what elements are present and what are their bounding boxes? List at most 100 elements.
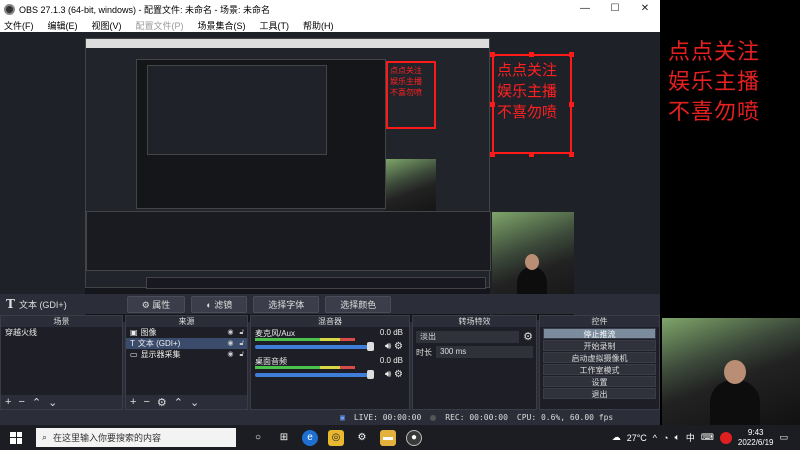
resize-handle[interactable] — [490, 102, 495, 107]
gear-icon[interactable]: ⚙ — [394, 341, 403, 352]
duration-input[interactable]: 300 ms — [436, 346, 533, 358]
gear-icon[interactable]: ⚙ — [523, 330, 533, 343]
resize-handle[interactable] — [569, 152, 574, 157]
resize-handle[interactable] — [569, 102, 574, 107]
source-name: T 文本 (GDI+) — [6, 297, 67, 311]
resize-handle[interactable] — [529, 52, 534, 57]
menu-file[interactable]: 文件(F) — [4, 19, 34, 32]
obs-taskbar-icon[interactable]: ● — [406, 429, 422, 446]
stop-streaming-button[interactable]: 停止推流 — [543, 328, 656, 339]
nested-obs-line2: 娱乐主播 — [390, 77, 422, 86]
speaker-icon[interactable]: 🔊︎ — [385, 341, 391, 352]
chevron-up-icon[interactable]: ^ — [653, 433, 657, 443]
keyboard-icon[interactable]: ⌨ — [701, 432, 714, 443]
properties-label: 属性 — [152, 299, 171, 310]
exit-button[interactable]: 退出 — [543, 388, 656, 399]
ime-indicator[interactable]: 中 — [686, 431, 695, 444]
add-source-button[interactable]: + — [130, 396, 136, 408]
select-font-button[interactable]: 选择字体 — [253, 295, 320, 313]
menu-edit[interactable]: 编辑(E) — [48, 19, 78, 32]
studio-mode-button[interactable]: 工作室模式 — [543, 364, 656, 375]
add-scene-button[interactable]: + — [5, 396, 11, 408]
speaker-icon[interactable]: 🔊︎ — [385, 369, 391, 380]
weather-temp: 27°C — [626, 432, 647, 443]
transitions-title: 转场特效 — [413, 316, 536, 327]
preview-area[interactable]: 点点关注 娱乐主播 不喜勿喷 点点关注 娱乐主播 不喜勿喷 点点关注 — [0, 32, 660, 322]
lock-icon[interactable]: 🔓︎ — [239, 349, 244, 360]
properties-button[interactable]: ⚙ 属性 — [126, 295, 186, 313]
source-label: 文本 (GDI+) — [137, 339, 181, 348]
mixer-dock: 混音器 麦克风/Aux 0.0 dB 🔊︎ ⚙ 桌面音频 0.0 dB 🔊︎ ⚙ — [250, 315, 410, 410]
resize-handle[interactable] — [569, 52, 574, 57]
settings-gear-icon[interactable]: ⚙ — [354, 430, 370, 446]
edge-browser-icon[interactable]: e — [302, 429, 318, 446]
network-icon[interactable]: ◔ — [663, 433, 668, 443]
channel-db: 0.0 dB — [379, 328, 403, 337]
clock-time: 9:43 — [747, 427, 764, 437]
preview-text-source[interactable]: 点点关注 娱乐主播 不喜勿喷 — [492, 54, 572, 154]
lock-icon[interactable]: 🔓︎ — [239, 338, 244, 349]
resize-handle[interactable] — [490, 152, 495, 157]
menu-view[interactable]: 视图(V) — [92, 19, 122, 32]
minimize-button[interactable]: — — [570, 0, 600, 18]
sources-footer: + − ⚙ ⌃ ⌄ — [126, 395, 247, 409]
move-down-button[interactable]: ⌄ — [48, 396, 57, 409]
volume-icon[interactable]: 🔈︎ — [674, 432, 679, 443]
controls-title: 控件 — [540, 316, 659, 327]
remove-source-button[interactable]: − — [143, 396, 149, 408]
nested-obs-line1: 点点关注 — [390, 66, 422, 75]
person-face — [724, 360, 746, 384]
clock[interactable]: 9:43 2022/6/19 — [738, 428, 774, 448]
lock-icon[interactable]: 🔓︎ — [239, 327, 244, 338]
eye-icon[interactable]: ◉ — [227, 338, 233, 349]
remove-scene-button[interactable]: − — [18, 396, 24, 408]
gear-icon[interactable]: ⚙ — [394, 369, 403, 380]
eye-icon[interactable]: ◉ — [227, 327, 233, 338]
close-button[interactable]: ✕ — [630, 0, 660, 18]
volume-slider[interactable] — [255, 373, 370, 377]
source-item[interactable]: T 文本 (GDI+) ◉ 🔓︎ — [126, 338, 247, 349]
move-down-button[interactable]: ⌄ — [190, 396, 199, 409]
channel-name: 麦克风/Aux — [255, 329, 296, 338]
menu-tools[interactable]: 工具(T) — [260, 19, 290, 32]
select-color-button[interactable]: 选择颜色 — [325, 295, 392, 313]
menu-scene-collection[interactable]: 场景集合(S) — [198, 19, 246, 32]
rec-indicator-icon — [430, 414, 437, 421]
source-item[interactable]: ▭ 显示器采集 ◉ 🔓︎ — [126, 349, 247, 360]
file-explorer-icon[interactable]: ▬ — [380, 429, 396, 446]
taskbar-search[interactable]: ⌕ 在这里输入你要搜索的内容 — [36, 428, 236, 447]
filters-button[interactable]: ◐ 滤镜 — [191, 295, 248, 313]
volume-slider[interactable] — [255, 345, 370, 349]
source-name-label: 文本 (GDI+) — [18, 299, 67, 310]
volume-slider-handle[interactable] — [367, 342, 374, 351]
start-virtual-camera-button[interactable]: 启动虚拟摄像机 — [543, 352, 656, 363]
transition-select[interactable]: 淡出 — [416, 330, 520, 343]
move-up-button[interactable]: ⌃ — [32, 396, 41, 409]
source-settings-button[interactable]: ⚙ — [157, 396, 167, 409]
eye-icon[interactable]: ◉ — [227, 349, 233, 360]
status-bar: ▣ LIVE: 00:00:00 REC: 00:00:00 CPU: 0.6%… — [0, 410, 660, 425]
volume-meter — [255, 366, 355, 369]
search-placeholder: 在这里输入你要搜索的内容 — [53, 433, 162, 443]
antivirus-icon[interactable] — [719, 431, 732, 444]
volume-slider-handle[interactable] — [367, 370, 374, 379]
resize-handle[interactable] — [529, 152, 534, 157]
source-item[interactable]: ▣ 图像 ◉ 🔓︎ — [126, 327, 247, 338]
source-label: 图像 — [140, 328, 157, 337]
move-up-button[interactable]: ⌃ — [174, 396, 183, 409]
menu-help[interactable]: 帮助(H) — [303, 19, 334, 32]
cpu-status: CPU: 0.6%, 60.00 fps — [516, 413, 614, 422]
maximize-button[interactable]: ☐ — [600, 0, 630, 18]
start-recording-button[interactable]: 开始录制 — [543, 340, 656, 351]
notification-icon[interactable]: ▭ — [779, 432, 788, 443]
resize-handle[interactable] — [490, 52, 495, 57]
settings-button[interactable]: 设置 — [543, 376, 656, 387]
menu-profile[interactable]: 配置文件(P) — [136, 19, 184, 32]
app-icon[interactable]: ◎ — [328, 429, 344, 446]
windows-start-icon[interactable] — [10, 431, 22, 444]
scenes-footer: + − ⌃ ⌄ — [1, 395, 122, 409]
source-label: 显示器采集 — [140, 350, 181, 359]
scene-item[interactable]: 穿越火线 — [1, 327, 122, 338]
task-view-icon[interactable]: ○ — [250, 430, 266, 446]
widgets-icon[interactable]: ⊞ — [276, 430, 292, 446]
